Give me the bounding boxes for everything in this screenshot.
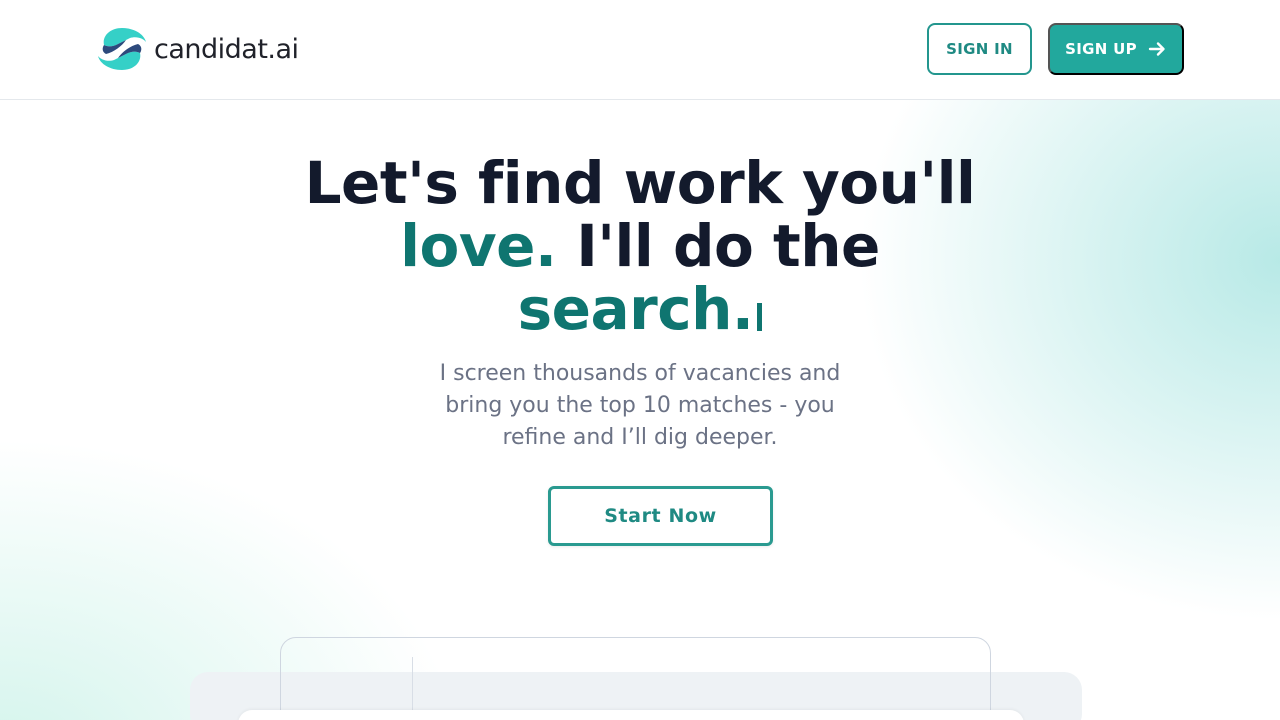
headline-text-2: I'll do the — [556, 212, 880, 280]
sign-up-button[interactable]: SIGN UP — [1048, 23, 1184, 75]
brand-logo[interactable]: candidat.ai — [96, 24, 299, 74]
brand-name: candidat.ai — [154, 33, 299, 65]
headline-accent-love: love. — [400, 212, 557, 280]
arrow-right-icon — [1148, 42, 1165, 56]
typing-cursor — [757, 303, 763, 331]
app-preview-frame — [280, 637, 991, 720]
candidat-logo-icon — [98, 28, 146, 70]
start-now-button[interactable]: Start Now — [548, 486, 773, 546]
headline-text-1: Let's find work you'll — [304, 149, 976, 217]
hero-headline: Let's find work you'll love. I'll do the… — [300, 152, 980, 341]
hero-subtitle: I screen thousands of vacancies and brin… — [439, 361, 841, 450]
sign-in-button[interactable]: SIGN IN — [927, 23, 1032, 75]
top-navigation-bar: candidat.ai SIGN IN SIGN UP — [0, 0, 1280, 100]
headline-accent-search: search. — [517, 275, 754, 343]
app-preview-card — [238, 710, 1024, 720]
sign-up-label: SIGN UP — [1065, 40, 1137, 58]
